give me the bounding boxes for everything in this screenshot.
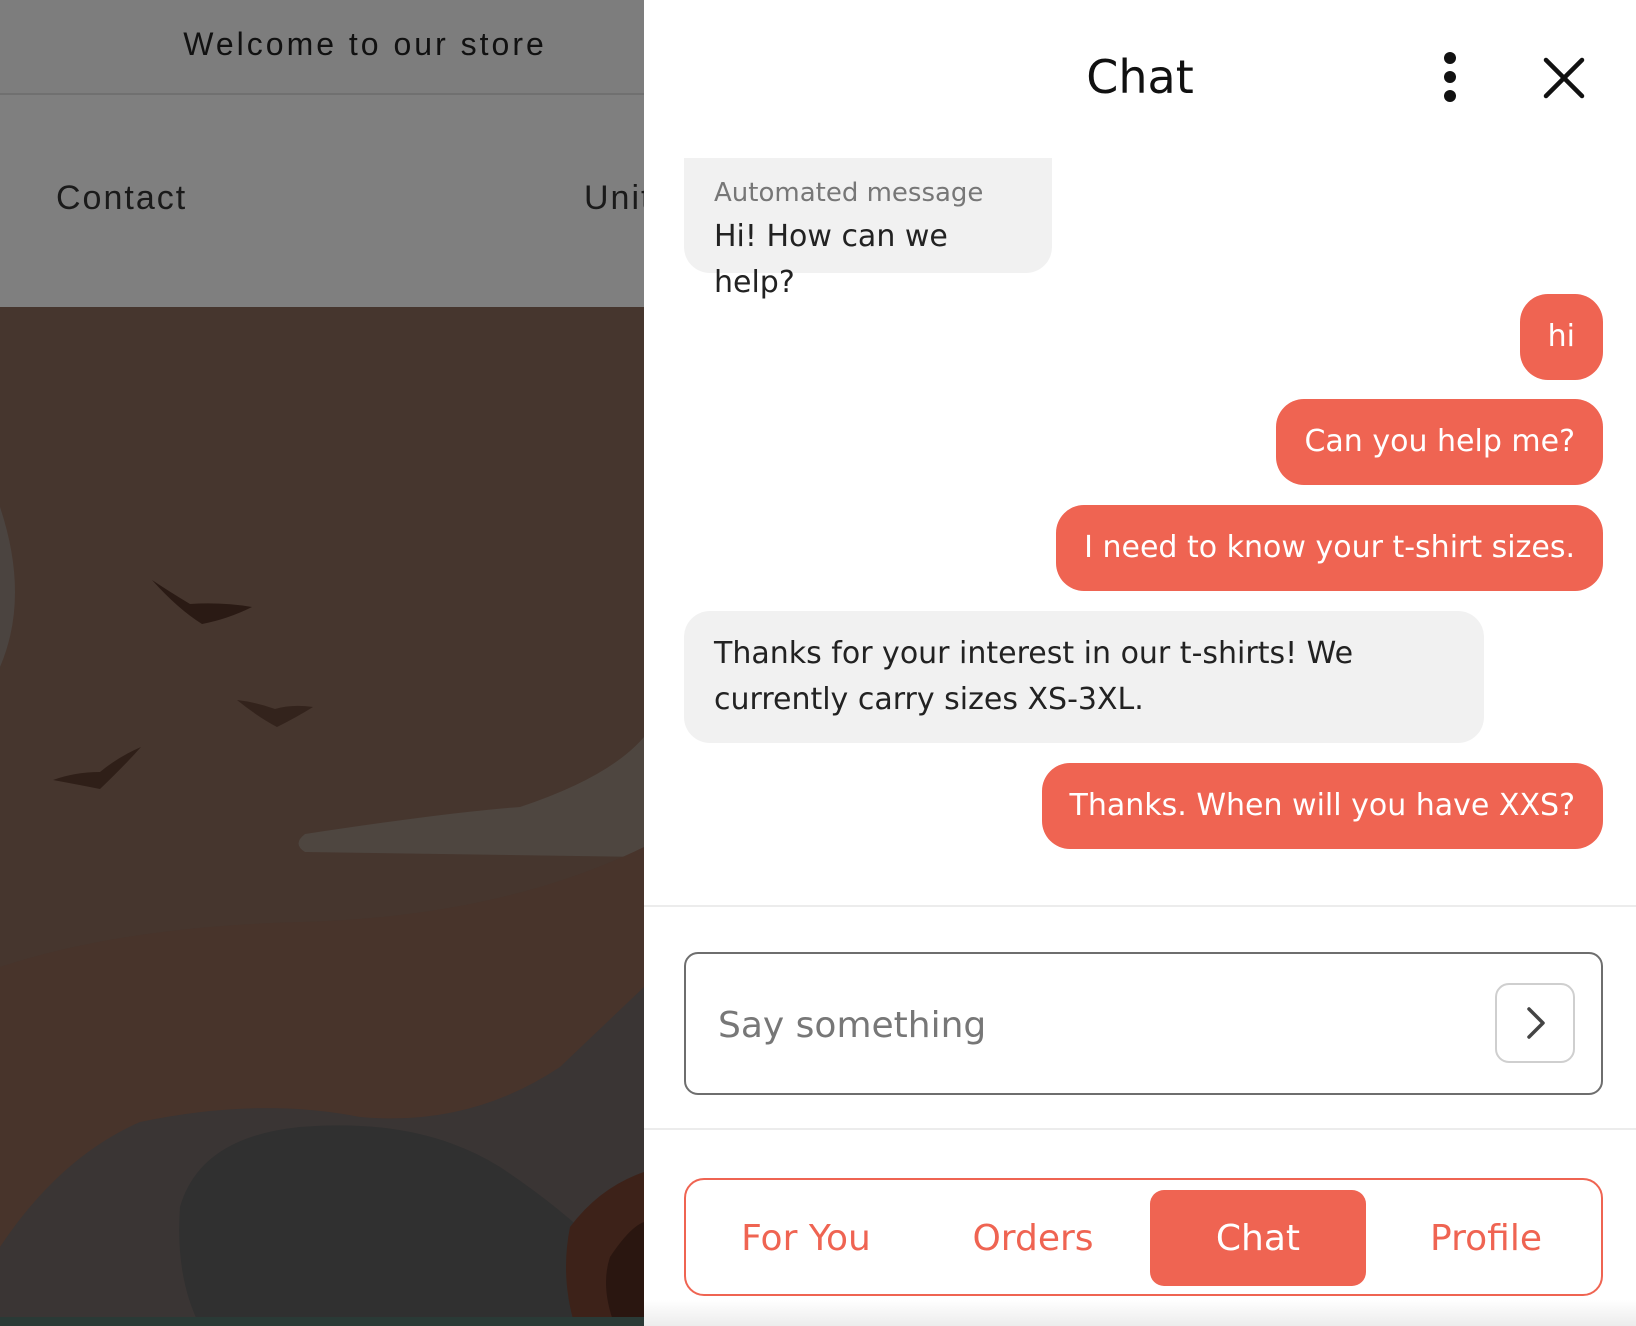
store-background: Welcome to our store Contact Unit (0, 0, 644, 1326)
welcome-text: Welcome to our store (183, 26, 547, 62)
announcement-bar: Welcome to our store (0, 0, 644, 95)
divider (644, 905, 1636, 907)
chat-panel: Chat Automated message Hi! How can we he… (644, 0, 1636, 1326)
message-input[interactable] (716, 984, 1500, 1066)
close-icon[interactable] (1540, 54, 1588, 102)
more-vertical-icon (1444, 71, 1456, 83)
store-nav: Contact Unit (0, 95, 644, 307)
nav-partial-link: Unit (584, 179, 644, 217)
user-message: hi (1519, 294, 1603, 380)
message-composer (684, 952, 1603, 1095)
user-message: Thanks. When will you have XXS? (1041, 763, 1603, 849)
tab-chat[interactable]: Chat (1150, 1190, 1366, 1286)
send-button[interactable] (1495, 983, 1575, 1063)
tab-for-you[interactable]: For You (706, 1190, 906, 1286)
user-message: Can you help me? (1276, 399, 1603, 485)
tab-profile[interactable]: Profile (1386, 1190, 1586, 1286)
bot-message: Thanks for your interest in our t-shirts… (684, 611, 1484, 743)
user-message: I need to know your t-shirt sizes. (1056, 505, 1603, 591)
bot-message: Automated message Hi! How can we help? (684, 158, 1052, 300)
message-list[interactable]: Automated message Hi! How can we help? h… (644, 140, 1636, 910)
tab-orders[interactable]: Orders (933, 1190, 1133, 1286)
bottom-tab-bar: For You Orders Chat Profile (684, 1178, 1603, 1296)
nav-contact-link: Contact (56, 179, 188, 217)
chevron-right-icon (1527, 1007, 1545, 1039)
bottom-edge (644, 1300, 1636, 1326)
more-options-button[interactable] (1430, 52, 1470, 102)
automated-message-label: Automated message (714, 178, 984, 208)
divider (644, 1128, 1636, 1130)
more-vertical-icon (1444, 90, 1456, 102)
hero-illustration (0, 307, 644, 1326)
chat-title: Chat (1086, 50, 1194, 104)
message-text: Hi! How can we help? (714, 219, 948, 300)
more-vertical-icon (1444, 52, 1456, 64)
